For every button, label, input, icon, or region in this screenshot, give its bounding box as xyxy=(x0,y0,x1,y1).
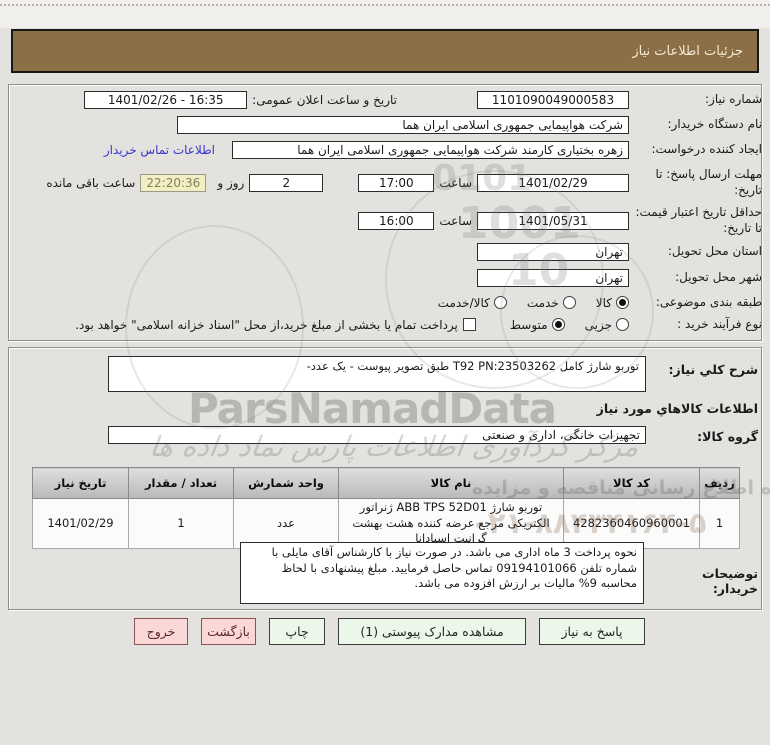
deadline-days-value: 2 xyxy=(282,176,291,190)
remaining-time-label: ساعت باقی مانده xyxy=(46,176,136,190)
radio-service-icon[interactable] xyxy=(562,296,576,310)
exit-button[interactable]: خروج xyxy=(134,618,188,645)
goods-group-label: گروه کالا: xyxy=(697,429,758,444)
buyer-org-label: نام دستگاه خریدار: xyxy=(667,117,763,132)
radio-medium-label: متوسط xyxy=(509,317,548,332)
deadline-time-value: 17:00 xyxy=(379,176,414,190)
col-quantity: تعداد / مقدار xyxy=(128,467,234,499)
need-description-value: توربو شارژ کامل T92 PN:23503262 طبق تصوی… xyxy=(306,359,639,373)
radio-minor-icon[interactable] xyxy=(616,318,629,332)
print-button[interactable]: چاپ xyxy=(269,618,325,645)
goods-group-value: تجهیزات خانگی، اداری و صنعتی xyxy=(482,428,640,442)
col-row-number: ردیف xyxy=(699,467,740,499)
remaining-time-box: 22:20:36 xyxy=(140,174,207,192)
need-number-value: 1101090049000583 xyxy=(491,93,615,107)
goods-table: ردیف کد کالا نام کالا واحد شمارش تعداد /… xyxy=(32,467,740,549)
back-button[interactable]: بازگشت xyxy=(201,618,256,645)
buyer-notes-label: توضیحات خریدار: xyxy=(702,566,758,596)
need-description-field[interactable]: توربو شارژ کامل T92 PN:23503262 طبق تصوی… xyxy=(108,356,646,392)
goods-group-field[interactable]: تجهیزات خانگی، اداری و صنعتی xyxy=(108,426,646,444)
radio-goods-service-icon[interactable] xyxy=(493,296,507,310)
creator-value: زهره بختیاری کارمند شرکت هواپیمایی جمهور… xyxy=(297,143,623,157)
deadline-hour-label: ساعت xyxy=(439,176,472,190)
deadline-date-field[interactable]: 1401/02/29 xyxy=(477,174,629,192)
buyer-contact-link[interactable]: اطلاعات تماس خریدار xyxy=(104,143,215,157)
need-number-field[interactable]: 1101090049000583 xyxy=(477,91,629,109)
announce-datetime-field[interactable]: 1401/02/26 - 16:35 xyxy=(84,91,248,109)
action-button-row: پاسخ به نیاز مشاهده مدارک پیوستی (1) چاپ… xyxy=(134,618,645,645)
radio-service-label: خدمت xyxy=(526,295,559,310)
cell-unit: عدد xyxy=(233,498,339,549)
buyer-org-field[interactable]: شرکت هواپیمایی جمهوری اسلامی ایران هما xyxy=(177,116,629,134)
cell-need-date: 1401/02/29 xyxy=(32,498,129,549)
validity-date-field[interactable]: 1401/05/31 xyxy=(477,212,629,230)
classification-label: طبقه بندی موضوعی: xyxy=(655,295,762,309)
remaining-time-value: 22:20:36 xyxy=(146,176,201,190)
buyer-notes-field[interactable]: نحوه پرداخت 3 ماه اداری می باشد. در صورت… xyxy=(240,542,644,604)
cell-quantity: 1 xyxy=(128,498,234,549)
need-number-label: شماره نیاز: xyxy=(705,92,762,107)
col-goods-code: کد کالا xyxy=(563,467,700,499)
deadline-date-value: 1401/02/29 xyxy=(518,176,588,190)
province-field[interactable]: تهران xyxy=(477,243,629,261)
deadline-label: مهلت ارسال پاسخ: تا تاریخ: xyxy=(655,167,762,197)
table-row: 1 4282360460960001 توربو شارژ ABB TPS 52… xyxy=(32,498,740,549)
classification-option-goods[interactable]: کالا xyxy=(596,296,629,310)
process-type-label: نوع فرآیند خرید : xyxy=(677,317,762,331)
dotted-divider xyxy=(0,4,770,6)
city-value: تهران xyxy=(595,271,623,285)
cell-goods-code: 4282360460960001 xyxy=(563,498,700,549)
treasury-checkbox-label: پرداخت تمام یا بخشی از مبلغ خرید،از محل … xyxy=(75,317,458,332)
radio-goods-icon[interactable] xyxy=(616,296,629,310)
page-title: جزئیات اطلاعات نیاز xyxy=(632,43,743,59)
city-label: شهر محل تحویل: xyxy=(675,270,762,285)
buyer-notes-value: نحوه پرداخت 3 ماه اداری می باشد. در صورت… xyxy=(271,545,637,591)
province-value: تهران xyxy=(595,245,623,259)
classification-option-service[interactable]: خدمت xyxy=(527,296,576,310)
page-title-bar: جزئیات اطلاعات نیاز xyxy=(11,29,759,73)
creator-label: ایجاد کننده درخواست: xyxy=(651,142,762,157)
validity-date-value: 1401/05/31 xyxy=(518,214,588,228)
col-need-date: تاریخ نیاز xyxy=(32,467,129,499)
col-unit: واحد شمارش xyxy=(233,467,339,499)
goods-table-header-row: ردیف کد کالا نام کالا واحد شمارش تعداد /… xyxy=(32,467,740,499)
city-field[interactable]: تهران xyxy=(477,269,629,287)
cell-goods-name: توربو شارژ ABB TPS 52D01 ژنراتور الکتریک… xyxy=(338,498,564,549)
creator-field[interactable]: زهره بختیاری کارمند شرکت هواپیمایی جمهور… xyxy=(232,141,629,159)
deadline-time-field[interactable]: 17:00 xyxy=(358,174,435,192)
radio-goods-label: کالا xyxy=(595,295,612,310)
reply-to-need-button[interactable]: پاسخ به نیاز xyxy=(539,618,645,645)
deadline-days-field[interactable]: 2 xyxy=(249,174,324,192)
need-description-label: شرح کلي نياز: xyxy=(668,362,758,377)
cell-row-number: 1 xyxy=(699,498,740,549)
validity-time-field[interactable]: 16:00 xyxy=(358,212,435,230)
classification-option-goods-service[interactable]: کالا/خدمت xyxy=(438,296,507,310)
treasury-checkbox[interactable] xyxy=(462,318,476,332)
announce-datetime-value: 1401/02/26 - 16:35 xyxy=(107,93,224,107)
view-attachments-button[interactable]: مشاهده مدارک پیوستی (1) xyxy=(338,618,526,645)
deadline-days-label: روز و xyxy=(217,176,245,190)
radio-minor-label: جزیی xyxy=(584,317,612,332)
buyer-org-value: شرکت هواپیمایی جمهوری اسلامی ایران هما xyxy=(402,118,623,132)
col-goods-name: نام کالا xyxy=(338,467,564,499)
validity-time-value: 16:00 xyxy=(379,214,414,228)
validity-hour-label: ساعت xyxy=(439,214,472,228)
process-option-minor[interactable]: جزیی xyxy=(585,318,629,332)
announce-datetime-label: تاریخ و ساعت اعلان عمومی: xyxy=(252,93,397,107)
radio-medium-icon[interactable] xyxy=(551,318,565,332)
goods-info-heading: اطلاعات کالاهاي مورد نياز xyxy=(596,401,758,416)
process-option-medium[interactable]: متوسط xyxy=(510,318,565,332)
price-validity-label: حداقل تاریخ اعتبار قیمت: تا تاریخ: xyxy=(635,205,762,235)
radio-goods-service-label: کالا/خدمت xyxy=(437,295,490,310)
province-label: استان محل تحویل: xyxy=(667,244,762,259)
